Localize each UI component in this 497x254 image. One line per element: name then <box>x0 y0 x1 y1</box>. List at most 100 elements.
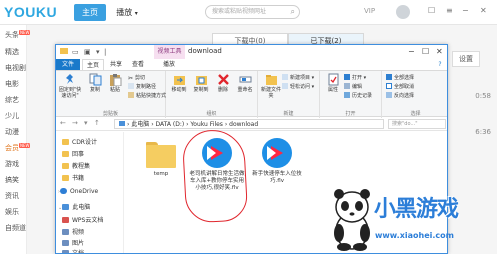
sidebar-item-vip[interactable]: 会员NEW <box>5 143 31 153</box>
sidebar-item-picks[interactable]: 精选 <box>5 47 19 57</box>
sidebar-item-games[interactable]: 游戏 <box>5 159 19 169</box>
copy-to-icon <box>195 76 207 85</box>
paste-shortcut-icon <box>128 92 134 98</box>
nav-item-documents[interactable]: 文档 <box>62 248 85 254</box>
properties-button[interactable]: 属性 <box>322 73 344 93</box>
context-tab-video-tools[interactable]: 视频工具 <box>154 45 185 59</box>
new-item-button[interactable]: 新建项目 ▾ <box>282 74 314 81</box>
minimize-icon[interactable]: − <box>462 6 469 15</box>
nav-item-onedrive[interactable]: › OneDrive <box>58 188 98 195</box>
nav-item-cdr[interactable]: CDR设计 <box>62 137 97 146</box>
group-label: 打开 <box>345 111 356 117</box>
nav-item-label: 回事 <box>72 151 85 158</box>
edit-button[interactable]: 编辑 <box>344 83 362 90</box>
minimize-icon[interactable]: − <box>408 47 415 56</box>
nav-item-pictures[interactable]: 图片 <box>62 238 84 247</box>
select-none-icon <box>386 83 392 89</box>
sidebar-item-headlines[interactable]: 头条NEW <box>5 30 31 40</box>
nav-item-huishi[interactable]: 回事 <box>62 149 84 158</box>
menu-icon[interactable]: ≡ <box>446 6 453 15</box>
select-none-button[interactable]: 全部取消 <box>386 83 414 90</box>
cut-button[interactable]: ✂ 剪切 <box>128 74 145 82</box>
recent-dropdown-icon[interactable]: ▾ <box>84 119 88 127</box>
vip-link[interactable]: VIP <box>364 7 375 15</box>
move-to-label: 移动到 <box>171 87 187 93</box>
back-icon[interactable]: ← <box>60 119 66 127</box>
search-icon[interactable]: ⌕ <box>291 6 295 18</box>
new-badge: NEW <box>19 143 31 148</box>
nav-item-label: 文档 <box>72 250 85 254</box>
folder-icon <box>62 175 69 181</box>
close-icon[interactable]: ✕ <box>436 47 443 56</box>
youku-logo[interactable]: YOUKU <box>4 4 57 20</box>
nav-item-label: 此电脑 <box>72 204 91 211</box>
address-bar[interactable]: › 此电脑 › DATA (D:) › Youku Files › downlo… <box>114 119 384 129</box>
paste-label: 粘贴 <box>109 87 120 93</box>
nav-item-label: 视频 <box>72 229 85 236</box>
nav-item-books[interactable]: 书籍 <box>62 173 84 182</box>
sidebar-item-channels[interactable]: 自频道 <box>5 223 26 233</box>
paste-button[interactable]: 粘贴 <box>104 73 126 93</box>
new-folder-button[interactable]: 新建文件夹 <box>260 73 282 99</box>
folder-icon <box>62 151 69 157</box>
settings-button[interactable]: 设置 <box>452 51 480 67</box>
tab-play-history[interactable]: 播放 ▾ <box>110 4 144 21</box>
new-folder-quick-icon[interactable]: ▣ <box>84 48 91 56</box>
easy-access-button[interactable]: 轻松访问 ▾ <box>282 83 314 90</box>
nav-item-this-pc[interactable]: ⌄ 此电脑 <box>58 202 90 211</box>
tab-view[interactable]: 查看 <box>128 59 148 70</box>
sidebar-item-kids[interactable]: 少儿 <box>5 111 19 121</box>
pin-quick-access-button[interactable]: 固定到"快速访问" <box>58 73 82 99</box>
help-icon[interactable]: ? <box>434 59 446 70</box>
sidebar-item-anime[interactable]: 动漫 <box>5 127 19 137</box>
video-folder-icon <box>62 229 69 235</box>
tab-share[interactable]: 共享 <box>106 59 126 70</box>
select-all-button[interactable]: 全部选择 <box>386 74 414 81</box>
group-clipboard: 固定到"快速访问" 复制 粘贴 ✂ 剪切 复制路径 粘贴快捷方式 剪贴板 <box>56 71 166 118</box>
window-title: download <box>188 47 222 55</box>
skin-icon[interactable]: ☐ <box>428 6 435 15</box>
copy-path-button[interactable]: 复制路径 <box>128 83 156 90</box>
qat-dropdown-icon[interactable]: ▾ <box>96 48 100 56</box>
forward-icon[interactable]: → <box>72 119 78 127</box>
tab-play[interactable]: 播放 <box>156 59 182 70</box>
paste-shortcut-button[interactable]: 粘贴快捷方式 <box>128 92 166 99</box>
maximize-icon[interactable]: ☐ <box>422 47 429 56</box>
properties-quick-icon[interactable]: ▭ <box>72 48 79 56</box>
move-to-icon <box>173 76 185 85</box>
group-new: 新建文件夹 新建项目 ▾ 轻松访问 ▾ 新建 <box>258 71 320 118</box>
up-icon[interactable]: ↑ <box>94 119 100 127</box>
nav-item-wps-cloud[interactable]: WPS云文档 <box>62 215 103 224</box>
tab-file[interactable]: 文件 <box>56 59 80 70</box>
move-to-button[interactable]: 移动到 <box>168 73 190 93</box>
avatar[interactable] <box>396 5 410 19</box>
tab-home[interactable]: 主页 <box>82 59 104 70</box>
sidebar-item-entertainment[interactable]: 娱乐 <box>5 207 19 217</box>
rename-button[interactable]: 重命名 <box>234 73 256 93</box>
sidebar-item-movies[interactable]: 电影 <box>5 79 19 89</box>
copy-to-label: 复制到 <box>193 87 209 93</box>
file-item-folder[interactable]: temp <box>139 142 183 178</box>
invert-selection-button[interactable]: 反向选择 <box>386 92 414 99</box>
file-item-video[interactable]: 新手快速停车入位技巧.flv <box>249 138 305 185</box>
history-button[interactable]: 历史记录 <box>344 92 372 99</box>
tab-home[interactable]: 主页 <box>74 4 106 21</box>
sidebar-item-news[interactable]: 资讯 <box>5 191 19 201</box>
delete-button[interactable]: 删除 <box>212 73 234 93</box>
open-button[interactable]: 打开 ▾ <box>344 74 366 81</box>
nav-item-videos[interactable]: 视频 <box>62 227 84 236</box>
youku-search-input[interactable]: 搜索或粘贴视频网址 ⌕ <box>205 5 300 19</box>
group-organize: 移动到 复制到 删除 重命名 组织 <box>166 71 258 118</box>
documents-folder-icon <box>62 250 69 253</box>
sidebar-item-funny[interactable]: 搞笑 <box>5 175 19 185</box>
edit-label: 编辑 <box>352 84 363 90</box>
nav-item-tutorials[interactable]: 教程集 <box>62 161 90 170</box>
sidebar-item-variety[interactable]: 综艺 <box>5 95 19 105</box>
sidebar-item-label: 会员 <box>5 144 19 152</box>
search-input[interactable]: 搜索"do..." <box>388 119 446 129</box>
copy-button[interactable]: 复制 <box>84 73 106 93</box>
copy-to-button[interactable]: 复制到 <box>190 73 212 93</box>
close-icon[interactable]: ✕ <box>480 6 487 15</box>
sidebar-item-tv[interactable]: 电视剧 <box>5 63 26 73</box>
panda-mascot-icon <box>334 189 370 251</box>
